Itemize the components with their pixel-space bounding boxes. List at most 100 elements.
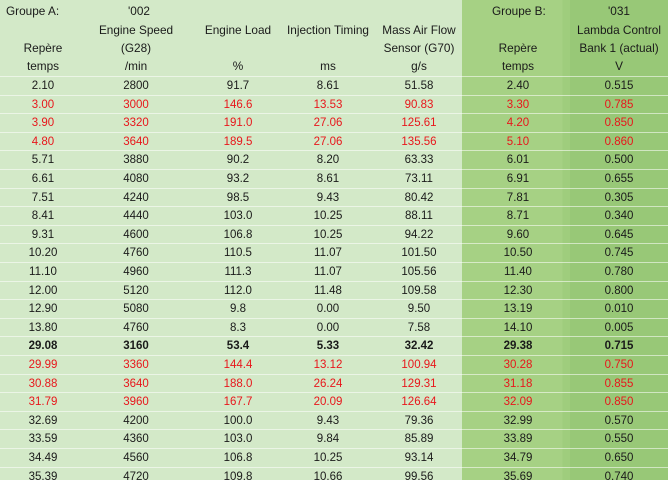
cell-engine-speed: 3000 [123,98,149,111]
cell-mass-air-flow: 9.50 [407,303,431,316]
cell-engine-load: 189.5 [223,135,253,148]
cell-engine-speed: 4080 [123,173,149,185]
cell-mass-air-flow: 101.50 [401,247,437,260]
group-b-label: Groupe B: [492,4,546,18]
cell-engine-speed: 4360 [123,433,149,446]
header-row-2: Engine Speed Engine Load Injection Timin… [0,21,668,39]
cell-lambda: 0.550 [604,433,634,446]
header-row-3: Repère (G28) Sensor (G70) Repère Bank 1 … [0,39,668,57]
cell-injection-timing: 9.43 [316,191,340,204]
cell-engine-speed: 3640 [123,377,149,390]
cell-engine-load: 110.5 [224,247,252,260]
cell-repere-a: 4.80 [31,135,55,148]
cell-lambda: 0.515 [604,80,634,92]
cell-injection-timing: 11.07 [314,247,342,260]
cell-injection-timing: 5.33 [316,340,340,353]
cell-injection-timing: 8.61 [316,80,340,92]
cell-engine-load: 191.0 [223,117,253,130]
cell-mass-air-flow: 73.11 [405,173,433,185]
table-row: 29.08 3160 53.4 5.33 32.42 29.38 0.715 [0,336,668,355]
cell-engine-load: 144.4 [223,359,253,371]
cell-repere-a: 3.00 [31,98,55,111]
cell-injection-timing: 10.25 [313,210,343,223]
cell-lambda: 0.750 [604,359,634,371]
cell-engine-load: 93.2 [226,173,250,185]
table-row: 9.31 4600 106.8 10.25 94.22 9.60 0.645 [0,224,668,244]
cell-mass-air-flow: 51.58 [404,80,434,92]
cell-engine-speed: 4600 [123,228,149,241]
cell-mass-air-flow: 94.22 [404,228,434,241]
cell-repere-b: 29.38 [503,340,533,353]
cell-engine-load: 8.3 [230,321,246,334]
cell-mass-air-flow: 79.36 [404,414,434,427]
cell-engine-load: 188.0 [223,377,253,390]
cell-repere-b: 32.99 [503,414,533,427]
cell-repere-b: 6.01 [506,154,530,167]
cell-repere-a: 8.41 [31,210,55,223]
cell-mass-air-flow: 126.64 [401,396,437,409]
cell-lambda: 0.655 [604,173,634,185]
cell-lambda: 0.570 [604,414,634,427]
cell-engine-speed: 3640 [123,135,149,148]
cell-engine-speed: 4200 [123,414,149,427]
table-row: 29.99 3360 144.4 13.12 100.94 30.28 0.750 [0,355,668,374]
cell-lambda: 0.650 [604,452,634,464]
cell-injection-timing: 20.09 [313,396,343,409]
cell-repere-a: 13.80 [28,321,58,334]
cell-mass-air-flow: 80.42 [404,191,434,204]
table-row: 11.10 4960 111.3 11.07 105.56 11.40 0.780 [0,262,668,281]
cell-engine-speed: 5080 [123,303,149,316]
header-unit-per-min: /min [124,59,148,73]
cell-repere-b: 10.50 [503,247,533,260]
cell-engine-speed: 3160 [123,340,149,353]
cell-injection-timing: 8.61 [316,173,340,185]
table-row: 10.20 4760 110.5 11.07 101.50 10.50 0.745 [0,243,668,262]
header-unit-volt: V [615,59,623,73]
cell-engine-load: 111.3 [224,266,252,278]
table-row: 12.00 5120 112.0 11.48 109.58 12.30 0.800 [0,280,668,300]
cell-repere-b: 4.20 [506,117,530,130]
cell-repere-b: 6.91 [506,173,530,185]
header-unit-gs: g/s [411,59,427,73]
cell-lambda: 0.740 [604,470,634,480]
cell-repere-a: 29.08 [28,340,58,353]
cell-engine-speed: 4760 [123,321,149,334]
cell-repere-a: 35.39 [28,470,58,480]
cell-mass-air-flow: 105.56 [401,266,437,278]
cell-lambda: 0.305 [604,191,634,204]
cell-engine-speed: 4240 [123,191,149,204]
header-unit-percent: % [232,59,244,73]
cell-repere-a: 9.31 [31,228,55,241]
cell-injection-timing: 9.43 [316,414,340,427]
cell-lambda: 0.780 [604,266,634,278]
cell-engine-load: 90.2 [226,154,250,167]
cell-engine-speed: 4760 [123,247,149,260]
cell-lambda: 0.500 [604,154,634,167]
table-row: 8.41 4440 103.0 10.25 88.11 8.71 0.340 [0,206,668,225]
cell-repere-a: 33.59 [28,433,58,446]
cell-engine-load: 91.7 [226,80,250,92]
cell-engine-load: 9.8 [230,303,246,316]
cell-mass-air-flow: 7.58 [407,321,431,334]
header-mass-air-flow: Mass Air Flow [382,23,456,37]
cell-injection-timing: 9.84 [316,433,340,446]
header-row-1: Groupe A: '002 Groupe B: '031 [0,2,668,20]
cell-engine-load: 103.0 [223,210,253,223]
cell-mass-air-flow: 125.61 [401,117,437,130]
cell-repere-a: 6.61 [31,173,55,185]
cell-engine-load: 109.8 [223,470,253,480]
header-row-4: temps /min % ms g/s temps V [0,57,668,75]
cell-engine-speed: 5120 [123,284,149,297]
table-row: 5.71 3880 90.2 8.20 63.33 6.01 0.500 [0,150,668,169]
cell-engine-load: 106.8 [223,228,253,241]
header-temps-b: temps [501,59,535,73]
table-row: 4.80 3640 189.5 27.06 135.56 5.10 0.860 [0,131,668,151]
cell-mass-air-flow: 129.31 [401,377,437,390]
cell-mass-air-flow: 90.83 [404,98,434,111]
cell-lambda: 0.800 [604,284,634,297]
cell-injection-timing: 11.07 [314,266,342,278]
cell-repere-b: 35.69 [503,470,533,480]
cell-injection-timing: 10.25 [313,452,343,464]
table-row: 2.10 2800 91.7 8.61 51.58 2.40 0.515 [0,76,668,95]
cell-engine-speed: 4960 [123,266,149,278]
